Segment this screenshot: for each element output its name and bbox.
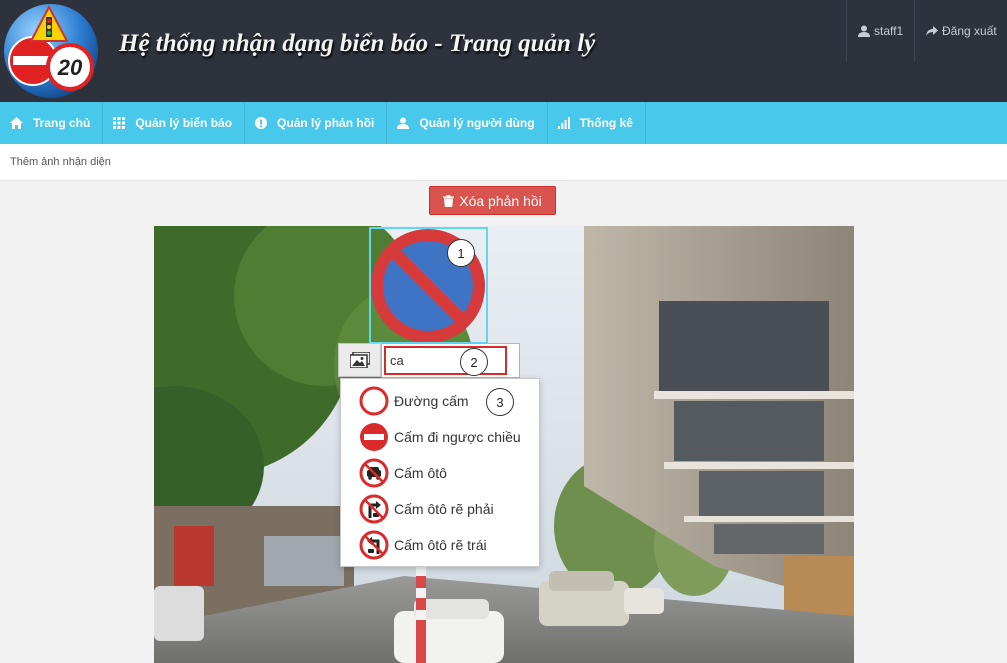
suggestion-label: Cấm ôtô [394,465,447,481]
bar-chart-icon [557,117,570,129]
no-car-right-turn-icon [359,494,389,524]
suggestion-label: Đường cấm [394,393,469,409]
grid-icon [113,117,126,129]
user-icon [397,117,410,129]
logo: 20 [3,3,99,99]
nav-item-signs[interactable]: Quản lý biển báo [103,102,246,144]
image-picker-button[interactable] [338,343,381,377]
no-entry-icon [360,423,388,451]
main-nav: Trang chủ Quản lý biển báo Quản lý phản … [0,102,1007,144]
alert-icon [255,117,268,129]
nav-label: Trang chủ [33,116,91,130]
user-menu[interactable]: staff1 [846,0,914,62]
svg-text:20: 20 [57,55,83,80]
nav-label: Thống kê [579,116,633,130]
suggestion-item[interactable]: Đường cấm [359,385,469,417]
share-icon [926,25,938,37]
breadcrumb: Thêm ảnh nhận diện [10,156,111,168]
no-car-left-turn-icon [359,530,389,560]
marker-1: 1 [447,239,475,267]
sign-search-field [381,343,520,378]
home-icon [10,117,23,129]
nav-item-feedback[interactable]: Quản lý phản hồi [245,102,388,144]
app-header: 20 Hệ thống nhận dạng biển báo - Trang q… [0,0,1007,102]
trash-icon [443,194,455,207]
logout-label: Đăng xuất [942,24,997,38]
delete-feedback-label: Xóa phản hồi [459,192,542,209]
nav-label: Quản lý biển báo [135,116,233,130]
username: staff1 [874,24,904,38]
delete-feedback-button[interactable]: Xóa phản hồi [429,186,556,215]
suggestion-item[interactable]: Cấm ôtô [359,457,447,489]
suggestion-item[interactable]: Cấm ôtô rẽ phải [359,493,494,525]
logout-button[interactable]: Đăng xuất [914,0,1007,62]
suggestion-label: Cấm đi ngược chiều [394,429,521,445]
image-icon [349,352,370,368]
nav-item-users[interactable]: Quản lý người dùng [387,102,548,144]
breadcrumb-bar: Thêm ảnh nhận diện [0,144,1007,181]
no-entry-both-icon [359,386,389,416]
user-icon [858,25,870,37]
marker-2: 2 [460,348,488,376]
nav-item-stats[interactable]: Thống kê [548,102,646,144]
marker-3: 3 [486,388,514,416]
nav-item-home[interactable]: Trang chủ [0,102,104,144]
app-title: Hệ thống nhận dạng biển báo - Trang quản… [119,30,596,57]
suggestion-item[interactable]: Cấm ôtô rẽ trái [359,529,487,561]
no-cars-icon [359,458,389,488]
nav-label: Quản lý phản hồi [277,116,375,130]
suggestion-label: Cấm ôtô rẽ phải [394,501,494,517]
suggestion-label: Cấm ôtô rẽ trái [394,537,487,553]
nav-label: Quản lý người dùng [419,116,535,130]
sign-search-input[interactable] [384,346,507,375]
suggestion-item[interactable]: Cấm đi ngược chiều [359,421,521,453]
